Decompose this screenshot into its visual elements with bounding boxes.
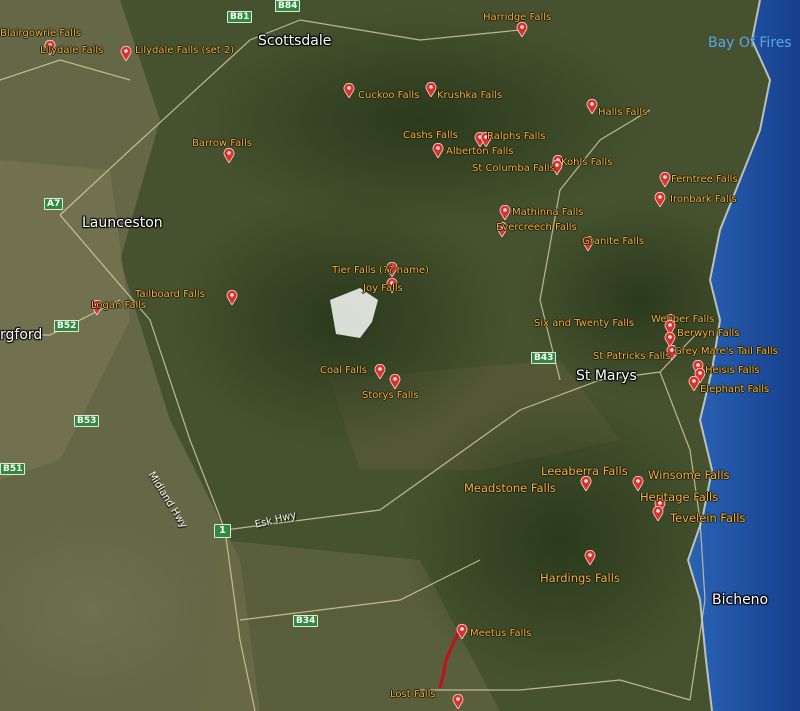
- falls-label[interactable]: Mathinna Falls: [512, 207, 584, 219]
- falls-marker-icon[interactable]: [120, 46, 132, 62]
- town-label-st-marys[interactable]: St Marys: [576, 368, 637, 384]
- falls-label[interactable]: Lost Falls: [390, 689, 436, 701]
- road-shield-b53: B53: [74, 415, 100, 427]
- falls-label[interactable]: Granite Falls: [582, 236, 644, 248]
- falls-label[interactable]: Lilydale Falls: [40, 45, 103, 57]
- falls-label[interactable]: Lilydale Falls (set 2): [135, 45, 234, 57]
- falls-label[interactable]: Evercreech Falls: [496, 222, 577, 234]
- road-shield-b51: B51: [0, 463, 26, 475]
- road-shield-b81: B81: [227, 11, 253, 23]
- town-label-longford[interactable]: rgford: [0, 327, 42, 343]
- falls-marker-icon[interactable]: [452, 694, 464, 710]
- falls-label[interactable]: St Patricks Falls: [593, 351, 670, 363]
- road-shield-a7: A7: [44, 198, 64, 210]
- falls-marker-icon[interactable]: [499, 205, 511, 221]
- falls-label[interactable]: Meetus Falls: [470, 628, 531, 640]
- falls-marker-icon[interactable]: [516, 22, 528, 38]
- falls-label[interactable]: Krushka Falls: [437, 90, 502, 102]
- falls-label[interactable]: Ralphs Falls: [487, 131, 545, 143]
- falls-marker-icon[interactable]: [652, 506, 664, 522]
- falls-label[interactable]: Grey Mare's Tail Falls: [674, 346, 778, 358]
- falls-label[interactable]: Kohls Falls: [561, 157, 612, 169]
- falls-label[interactable]: Elephant Falls: [700, 384, 769, 396]
- road-shield-b34: B34: [293, 615, 319, 627]
- falls-marker-icon[interactable]: [586, 99, 598, 115]
- falls-marker-icon[interactable]: [343, 83, 355, 99]
- falls-marker-icon[interactable]: [659, 172, 671, 188]
- town-label-scottsdale[interactable]: Scottsdale: [258, 33, 331, 49]
- falls-marker-icon[interactable]: [632, 476, 644, 492]
- road-shield-b43: B43: [531, 352, 557, 364]
- falls-label[interactable]: Tier Falls (?? name): [332, 265, 429, 277]
- falls-label[interactable]: Hardings Falls: [540, 572, 620, 584]
- falls-label[interactable]: Ironbark Falls: [670, 194, 737, 206]
- road-shield-b52: B52: [54, 320, 80, 332]
- falls-label[interactable]: Webber Falls: [651, 314, 714, 326]
- falls-marker-icon[interactable]: [389, 374, 401, 390]
- falls-label[interactable]: Storys Falls: [362, 390, 419, 402]
- falls-label[interactable]: Logan Falls: [91, 300, 146, 312]
- falls-label[interactable]: Cuckoo Falls: [358, 90, 419, 102]
- falls-label[interactable]: Tevelein Falls: [670, 512, 745, 524]
- falls-marker-icon[interactable]: [580, 476, 592, 492]
- falls-label[interactable]: Coal Falls: [320, 365, 367, 377]
- falls-label[interactable]: Heisis Falls: [705, 365, 760, 377]
- falls-label[interactable]: Barrow Falls: [192, 138, 252, 150]
- falls-marker-icon[interactable]: [456, 624, 468, 640]
- road-shield-1: 1: [214, 524, 231, 538]
- bay-of-fires-label: Bay Of Fires: [708, 35, 792, 51]
- falls-marker-icon[interactable]: [425, 82, 437, 98]
- falls-label[interactable]: Six and Twenty Falls: [534, 318, 634, 330]
- falls-label[interactable]: Cashs Falls: [403, 130, 458, 142]
- falls-label[interactable]: Joy Falls: [363, 283, 403, 295]
- falls-marker-icon[interactable]: [654, 192, 666, 208]
- falls-marker-icon[interactable]: [374, 364, 386, 380]
- falls-marker-icon[interactable]: [584, 550, 596, 566]
- falls-label[interactable]: Meadstone Falls: [464, 482, 556, 494]
- falls-marker-icon[interactable]: [688, 376, 700, 392]
- falls-label[interactable]: Heritage Falls: [640, 491, 718, 503]
- road-shield-b84: B84: [275, 0, 301, 12]
- falls-label[interactable]: Winsome Falls: [648, 469, 730, 481]
- falls-label[interactable]: Harridge Falls: [483, 12, 551, 24]
- falls-label[interactable]: Halls Falls: [598, 107, 647, 119]
- falls-marker-icon[interactable]: [226, 290, 238, 306]
- map-view[interactable]: Bay Of Fires Scottsdale Launceston rgfor…: [0, 0, 800, 711]
- town-label-launceston[interactable]: Launceston: [82, 215, 163, 231]
- falls-label[interactable]: Ferntree Falls: [671, 174, 738, 186]
- falls-marker-icon[interactable]: [432, 143, 444, 159]
- falls-label[interactable]: Berwyn Falls: [677, 328, 739, 340]
- falls-marker-icon[interactable]: [223, 148, 235, 164]
- falls-label[interactable]: Alberton Falls: [446, 146, 514, 158]
- town-label-bicheno[interactable]: Bicheno: [712, 592, 768, 608]
- falls-label[interactable]: Blairgowrie Falls: [0, 28, 81, 40]
- falls-label[interactable]: St Columba Falls: [472, 163, 555, 175]
